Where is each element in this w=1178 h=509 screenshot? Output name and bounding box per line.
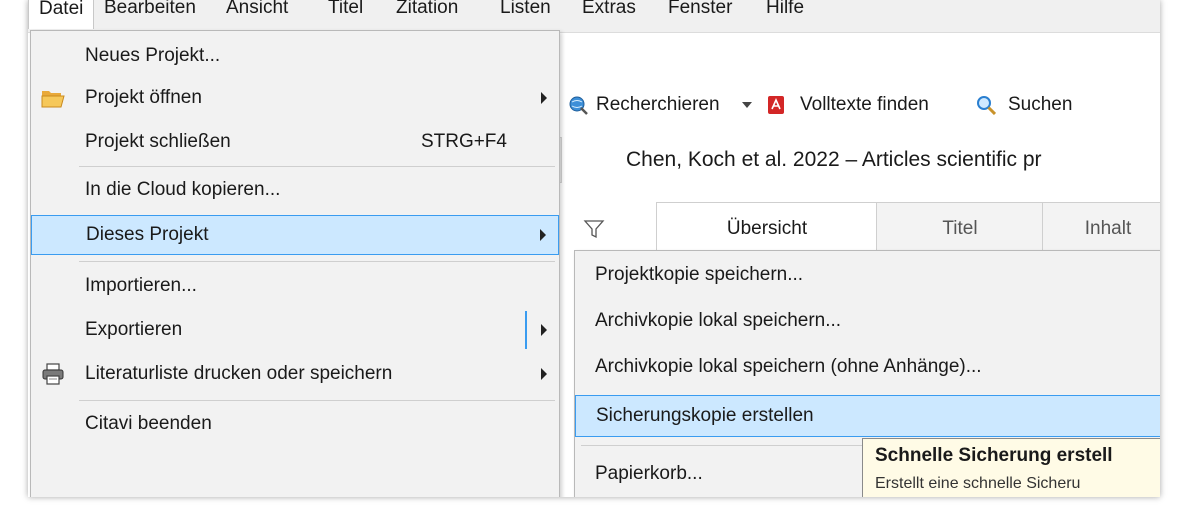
tab-uebersicht[interactable]: Übersicht <box>656 202 878 251</box>
menu-item-neues-projekt[interactable]: Neues Projekt... <box>31 37 559 75</box>
suchen-button[interactable]: Suchen <box>1008 88 1072 122</box>
menu-item-label: Neues Projekt... <box>85 45 221 66</box>
submenu-arrow-icon <box>541 92 547 104</box>
menu-item-projekt-oeffnen[interactable]: Projekt öffnen <box>31 79 559 117</box>
detail-tabs: Übersicht Titel Inhalt <box>656 202 1160 251</box>
menu-item-exportieren[interactable]: Exportieren <box>31 311 559 349</box>
menu-separator <box>79 261 555 262</box>
menu-item-label: Dieses Projekt <box>86 224 209 245</box>
recherchieren-button[interactable]: Recherchieren <box>596 88 720 122</box>
pdf-icon <box>768 96 784 114</box>
menu-separator <box>79 400 555 401</box>
submenu-item-projektkopie[interactable]: Projektkopie speichern... <box>575 255 1160 295</box>
menu-item-label: Projekt schließen <box>85 131 231 152</box>
menu-hilfe[interactable]: Hilfe <box>756 0 814 28</box>
submenu-item-label: Archivkopie lokal speichern... <box>595 310 842 331</box>
folder-open-icon <box>41 91 65 108</box>
submenu-arrow-icon <box>540 229 546 241</box>
menu-item-citavi-beenden[interactable]: Citavi beenden <box>31 405 559 443</box>
submenu-item-archivkopie[interactable]: Archivkopie lokal speichern... <box>575 301 1160 341</box>
tab-titel[interactable]: Titel <box>876 202 1044 250</box>
tooltip-title: Schnelle Sicherung erstell <box>875 445 1113 466</box>
submenu-item-label: Archivkopie lokal speichern (ohne Anhäng… <box>595 356 982 377</box>
menu-extras[interactable]: Extras <box>572 0 646 28</box>
shortcut-label: STRG+F4 <box>420 131 507 152</box>
menu-bearbeiten[interactable]: Bearbeiten <box>94 0 206 28</box>
submenu-item-label: Sicherungskopie erstellen <box>596 405 814 426</box>
application-window: Datei Bearbeiten Ansicht Titel Zitation … <box>28 0 1160 497</box>
submenu-arrow-icon <box>541 368 547 380</box>
magnifier-icon <box>977 96 996 115</box>
reference-title: Chen, Koch et al. 2022 – Articles scient… <box>626 148 1042 171</box>
menu-item-label: In die Cloud kopieren... <box>85 179 281 200</box>
submenu-item-label: Papierkorb... <box>595 463 703 484</box>
menu-item-projekt-schliessen[interactable]: Projekt schließen STRG+F4 <box>31 123 559 161</box>
menu-item-label: Citavi beenden <box>85 413 212 434</box>
tab-inhalt[interactable]: Inhalt <box>1042 202 1160 250</box>
menu-bar: Datei Bearbeiten Ansicht Titel Zitation … <box>28 0 1160 33</box>
menu-item-dieses-projekt[interactable]: Dieses Projekt <box>31 215 559 255</box>
globe-search-icon <box>569 96 588 115</box>
submenu-item-label: Projektkopie speichern... <box>595 264 804 285</box>
menu-separator <box>79 166 555 167</box>
submenu-item-sicherungskopie[interactable]: Sicherungskopie erstellen <box>575 395 1160 437</box>
menu-fenster[interactable]: Fenster <box>658 0 742 28</box>
menu-datei[interactable]: Datei <box>28 0 95 29</box>
filter-icon[interactable] <box>583 218 605 240</box>
menu-item-importieren[interactable]: Importieren... <box>31 267 559 305</box>
datei-menu: Neues Projekt... Projekt öffnen Projekt … <box>30 30 560 497</box>
recherchieren-dropdown-icon[interactable] <box>742 102 752 108</box>
menu-titel[interactable]: Titel <box>318 0 373 28</box>
menu-item-label: Importieren... <box>85 275 197 296</box>
menu-item-label: Projekt öffnen <box>85 87 202 108</box>
submenu-arrow-icon[interactable] <box>541 324 547 336</box>
submenu-item-archivkopie-ohne-anhaenge[interactable]: Archivkopie lokal speichern (ohne Anhäng… <box>575 347 1160 387</box>
split-button-divider <box>525 311 527 349</box>
printer-icon <box>42 363 64 385</box>
menu-zitation[interactable]: Zitation <box>386 0 468 28</box>
menu-item-label: Literaturliste drucken oder speichern <box>85 363 393 384</box>
menu-item-cloud-kopieren[interactable]: In die Cloud kopieren... <box>31 171 559 209</box>
menu-item-label: Exportieren <box>85 319 183 340</box>
menu-ansicht[interactable]: Ansicht <box>216 0 298 28</box>
tooltip: Schnelle Sicherung erstell Erstellt eine… <box>862 438 1160 497</box>
menu-listen[interactable]: Listen <box>490 0 561 28</box>
menu-item-literaturliste-drucken[interactable]: Literaturliste drucken oder speichern <box>31 355 559 393</box>
volltexte-finden-button[interactable]: Volltexte finden <box>800 88 929 122</box>
tooltip-body: Erstellt eine schnelle Sicheru <box>875 475 1081 492</box>
